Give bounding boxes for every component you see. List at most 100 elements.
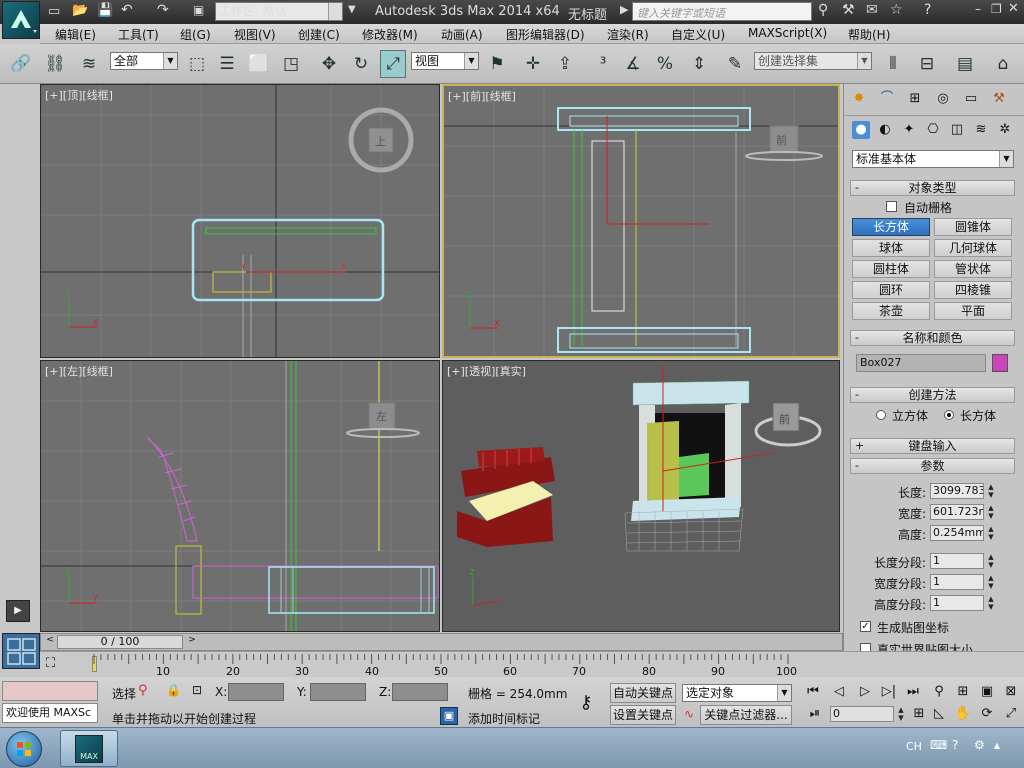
favorites-star-icon[interactable]: ☆ [890,2,903,18]
maxscript-input[interactable]: 欢迎使用 MAXSc [2,703,98,723]
minimize-icon[interactable]: – [975,2,981,16]
taskbar-3dsmax-button[interactable]: MAX [60,730,118,767]
expand-ribbon-icon[interactable]: ▶ [6,600,30,622]
geosphere-button[interactable]: 几何球体 [934,239,1012,257]
select-manipulate-icon[interactable]: ✛ [520,50,546,78]
window-crossing-icon[interactable]: ◳ [278,50,304,78]
time-next-icon[interactable]: > [185,635,199,649]
new-file-icon[interactable]: ▭ [48,4,60,19]
autogrid-checkbox[interactable] [886,201,897,212]
sphere-button[interactable]: 球体 [852,239,930,257]
language-indicator[interactable]: CH [906,740,922,753]
maximize-viewport-icon[interactable]: ⤢ [1002,705,1020,723]
close-icon[interactable]: ✕ [1008,1,1019,16]
menu-modifiers[interactable]: 修改器(M) [362,26,418,43]
modify-tab-icon[interactable]: ⌒ [878,90,896,108]
menu-help[interactable]: 帮助(H) [848,26,890,43]
select-object-icon[interactable]: ⬚ [184,50,210,78]
curve-editor-icon[interactable]: ⛶ [46,656,76,674]
selection-filter-dropdown[interactable]: 全部 ▼ [110,52,178,70]
tray-expand-icon[interactable]: ▴ [994,738,1000,752]
create-tab-icon[interactable]: ✸ [850,90,868,108]
parameters-rollout-header[interactable]: - 参数 [850,458,1015,474]
spinner-snap-icon[interactable]: ⇕ [686,50,712,78]
save-file-icon[interactable]: 💾 [97,3,113,18]
project-folder-icon[interactable]: ▣ [193,3,204,17]
shapes-category-icon[interactable]: ◐ [876,121,894,139]
length-segs-spinner[interactable]: ▲ ▼ [986,553,996,569]
next-frame-icon[interactable]: ▷| [880,683,898,701]
cameras-category-icon[interactable]: ⎔ [924,121,942,139]
app-logo[interactable] [2,1,40,39]
search-input[interactable]: 键入关键字或短语 [632,2,812,21]
previous-frame-icon[interactable]: ◁ [830,683,848,701]
percent-snap-icon[interactable]: % [652,50,678,78]
viewport-left-label[interactable]: [+][左][线框] [45,363,113,379]
height-field[interactable]: 0.254mm [930,525,984,541]
primitive-category-dropdown[interactable]: 标准基本体 ▼ [852,150,1014,168]
name-color-rollout-header[interactable]: - 名称和颜色 [850,330,1015,346]
length-segs-field[interactable]: 1 [930,553,984,569]
time-prev-icon[interactable]: < [43,635,57,649]
add-time-tag[interactable]: 添加时间标记 [468,710,540,727]
width-spinner[interactable]: ▲ ▼ [986,504,996,520]
width-segs-field[interactable]: 1 [930,574,984,590]
helpers-category-icon[interactable]: ◫ [948,121,966,139]
display-tab-icon[interactable]: ▭ [962,90,980,108]
pyramid-button[interactable]: 四棱锥 [934,281,1012,299]
goto-start-icon[interactable]: ⏮ [804,683,822,701]
menu-rendering[interactable]: 渲染(R) [607,26,649,43]
time-tag-icon[interactable]: ▣ [440,707,458,725]
layer-manager-icon[interactable]: ▤ [952,50,978,78]
tube-button[interactable]: 管状体 [934,260,1012,278]
pivot-center-icon[interactable]: ⚑ [484,50,510,78]
torus-button[interactable]: 圆环 [852,281,930,299]
auto-key-button[interactable]: 自动关键点 [610,683,676,703]
length-spinner[interactable]: ▲ ▼ [986,483,996,499]
menu-graph-editors[interactable]: 图形编辑器(D) [506,26,585,43]
play-icon[interactable]: ▷ [856,683,874,701]
angle-snap-icon[interactable]: ∡ [620,50,646,78]
unlink-icon[interactable]: ⛓ [42,50,68,78]
hierarchy-tab-icon[interactable]: ⊞ [906,90,924,108]
pan-view-icon[interactable]: ✋ [954,705,972,723]
height-segs-spinner[interactable]: ▲ ▼ [986,595,996,611]
align-icon[interactable]: ⊟ [914,50,940,78]
render-setup-icon[interactable]: ⌂ [990,50,1016,78]
cylinder-button[interactable]: 圆柱体 [852,260,930,278]
plane-button[interactable]: 平面 [934,302,1012,320]
current-frame-spinner[interactable]: ▲ ▼ [896,706,906,722]
maxscript-listener-mini[interactable] [2,681,98,701]
width-segs-spinner[interactable]: ▲ ▼ [986,574,996,590]
track-bar[interactable]: ⛶ 10 20 30 40 50 60 70 80 90 100 [40,651,1024,678]
viewport-top[interactable]: [+][顶][线框] Y X 上 Y X [40,84,440,358]
utilities-tab-icon[interactable]: ⚒ [990,90,1008,108]
menu-animation[interactable]: 动画(A) [441,26,483,43]
lights-category-icon[interactable]: ✦ [900,121,918,139]
set-key-icon[interactable]: ⚷ [566,685,606,721]
redo-icon[interactable]: ↷ [157,2,169,18]
keyboard-entry-rollout-header[interactable]: + 键盘输入 [850,438,1015,454]
start-button[interactable] [6,731,42,767]
spacewarps-category-icon[interactable]: ≋ [972,121,990,139]
height-spinner[interactable]: ▲ ▼ [986,525,996,541]
absolute-mode-icon[interactable]: ⊡ [192,683,202,697]
menu-group[interactable]: 组(G) [180,26,211,43]
geometry-category-icon[interactable]: ● [852,121,870,139]
systems-category-icon[interactable]: ✲ [996,121,1014,139]
menu-tools[interactable]: 工具(T) [118,26,159,43]
select-move-icon[interactable]: ✥ [316,50,342,78]
x-coord-field[interactable] [228,683,284,701]
keyboard-tray-icon[interactable]: ⌨ [930,738,947,752]
viewport-top-label[interactable]: [+][顶][线框] [45,87,113,103]
rectangular-selection-icon[interactable]: ⬜ [246,50,272,78]
selection-lock-icon[interactable]: 🔒 [166,683,181,697]
menu-views[interactable]: 视图(V) [234,26,276,43]
teapot-button[interactable]: 茶壶 [852,302,930,320]
select-rotate-icon[interactable]: ↻ [348,50,374,78]
undo-icon[interactable]: ↶ [121,2,133,18]
cube-method-radio[interactable] [876,410,886,420]
snaps-toggle-icon[interactable]: ³ [590,50,616,78]
keyboard-shortcut-override-icon[interactable]: ⇪ [552,50,578,78]
key-filters-button[interactable]: 关键点过滤器... [700,705,792,725]
